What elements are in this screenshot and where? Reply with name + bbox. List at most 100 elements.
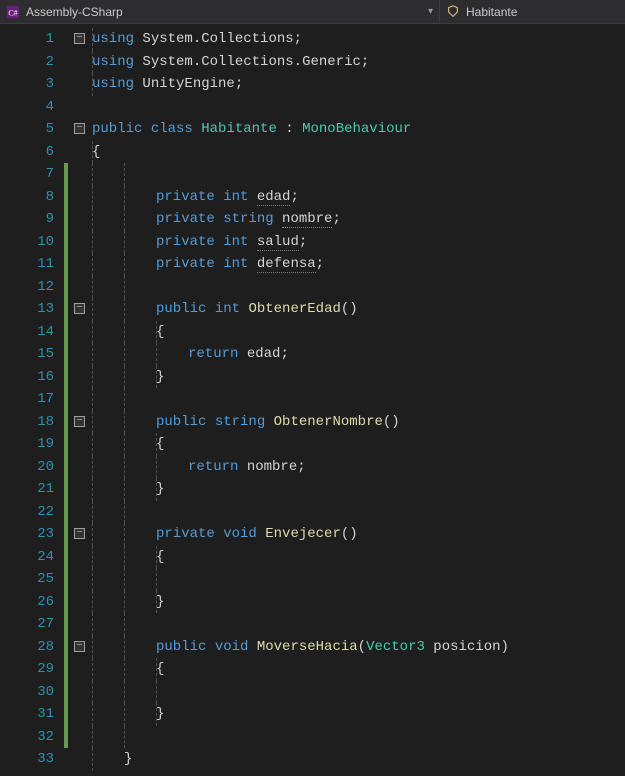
code-text: using UnityEngine; bbox=[92, 76, 243, 92]
code-line[interactable]: public class Habitante : MonoBehaviour bbox=[92, 118, 625, 141]
indent-guide bbox=[124, 298, 125, 321]
fold-toggle[interactable]: − bbox=[74, 528, 85, 539]
indent-guide bbox=[92, 73, 93, 96]
code-line[interactable]: using System.Collections.Generic; bbox=[92, 51, 625, 74]
indent-guide bbox=[156, 591, 157, 614]
class-scope-dropdown[interactable]: Habitante bbox=[440, 0, 625, 23]
code-line[interactable] bbox=[92, 726, 625, 749]
indent-guide bbox=[92, 163, 93, 186]
line-number: 20 bbox=[0, 456, 54, 479]
change-indicator bbox=[64, 703, 68, 726]
code-line[interactable]: using System.Collections; bbox=[92, 28, 625, 51]
code-line[interactable]: } bbox=[92, 366, 625, 389]
indent-guide bbox=[92, 546, 93, 569]
line-number: 15 bbox=[0, 343, 54, 366]
line-number: 4 bbox=[0, 96, 54, 119]
code-line[interactable] bbox=[92, 96, 625, 119]
code-text: { bbox=[92, 661, 164, 677]
code-line[interactable]: using UnityEngine; bbox=[92, 73, 625, 96]
indent-guide bbox=[92, 478, 93, 501]
code-line[interactable]: } bbox=[92, 748, 625, 771]
code-text: private void Envejecer() bbox=[92, 526, 358, 542]
indent-guide bbox=[92, 411, 93, 434]
indent-guide bbox=[124, 523, 125, 546]
code-line[interactable]: return edad; bbox=[92, 343, 625, 366]
indent-guide bbox=[124, 501, 125, 524]
code-text bbox=[92, 684, 188, 700]
indent-guide bbox=[92, 613, 93, 636]
line-number: 33 bbox=[0, 748, 54, 771]
code-line[interactable]: public int ObtenerEdad() bbox=[92, 298, 625, 321]
code-line[interactable]: { bbox=[92, 658, 625, 681]
code-line[interactable] bbox=[92, 388, 625, 411]
code-line[interactable]: private int salud; bbox=[92, 231, 625, 254]
indent-guide bbox=[92, 253, 93, 276]
code-line[interactable] bbox=[92, 568, 625, 591]
code-line[interactable]: private int edad; bbox=[92, 186, 625, 209]
indent-guide bbox=[92, 366, 93, 389]
code-line[interactable]: private int defensa; bbox=[92, 253, 625, 276]
change-indicator bbox=[64, 163, 68, 186]
code-area[interactable]: using System.Collections;using System.Co… bbox=[92, 24, 625, 776]
indent-guide bbox=[124, 658, 125, 681]
code-line[interactable] bbox=[92, 613, 625, 636]
code-line[interactable]: } bbox=[92, 478, 625, 501]
code-text: { bbox=[92, 436, 164, 452]
code-line[interactable]: { bbox=[92, 321, 625, 344]
code-line[interactable]: public void MoverseHacia(Vector3 posicio… bbox=[92, 636, 625, 659]
line-number: 1 bbox=[0, 28, 54, 51]
indent-guide bbox=[124, 703, 125, 726]
class-scope-label: Habitante bbox=[466, 5, 517, 19]
fold-strip: − − − − − − bbox=[72, 24, 92, 776]
change-indicator bbox=[64, 726, 68, 749]
code-line[interactable] bbox=[92, 501, 625, 524]
fold-toggle[interactable]: − bbox=[74, 303, 85, 314]
indent-guide bbox=[92, 568, 93, 591]
code-line[interactable]: } bbox=[92, 591, 625, 614]
indent-guide bbox=[124, 253, 125, 276]
indent-guide bbox=[124, 208, 125, 231]
change-indicator bbox=[64, 591, 68, 614]
code-text: { bbox=[92, 144, 100, 160]
fold-toggle[interactable]: − bbox=[74, 123, 85, 134]
indent-guide bbox=[156, 321, 157, 344]
code-line[interactable]: return nombre; bbox=[92, 456, 625, 479]
indent-guide bbox=[92, 501, 93, 524]
indent-guide bbox=[156, 681, 157, 704]
code-line[interactable] bbox=[92, 163, 625, 186]
line-number: 8 bbox=[0, 186, 54, 209]
indent-guide bbox=[156, 456, 157, 479]
code-line[interactable]: public string ObtenerNombre() bbox=[92, 411, 625, 434]
change-indicator bbox=[64, 456, 68, 479]
file-scope-dropdown[interactable]: C# Assembly-CSharp ▾ bbox=[0, 0, 440, 23]
indent-guide bbox=[92, 703, 93, 726]
change-indicator bbox=[64, 276, 68, 299]
code-editor[interactable]: 1234567891011121314151617181920212223242… bbox=[0, 24, 625, 776]
fold-toggle[interactable]: − bbox=[74, 416, 85, 427]
fold-toggle[interactable]: − bbox=[74, 641, 85, 652]
code-line[interactable]: } bbox=[92, 703, 625, 726]
code-line[interactable]: { bbox=[92, 141, 625, 164]
indent-guide bbox=[92, 321, 93, 344]
code-line[interactable]: { bbox=[92, 546, 625, 569]
indent-guide bbox=[124, 726, 125, 749]
fold-toggle[interactable]: − bbox=[74, 33, 85, 44]
indent-guide bbox=[92, 51, 93, 74]
change-indicator bbox=[64, 658, 68, 681]
line-number: 28 bbox=[0, 636, 54, 659]
line-number: 7 bbox=[0, 163, 54, 186]
code-text: } bbox=[92, 594, 164, 610]
code-line[interactable] bbox=[92, 681, 625, 704]
code-text: private int defensa; bbox=[92, 256, 324, 272]
code-line[interactable]: private void Envejecer() bbox=[92, 523, 625, 546]
indent-guide bbox=[124, 546, 125, 569]
code-text: } bbox=[92, 481, 164, 497]
change-indicator bbox=[64, 681, 68, 704]
indent-guide bbox=[124, 366, 125, 389]
code-line[interactable]: { bbox=[92, 433, 625, 456]
line-number: 18 bbox=[0, 411, 54, 434]
code-line[interactable]: private string nombre; bbox=[92, 208, 625, 231]
code-line[interactable] bbox=[92, 276, 625, 299]
line-number: 11 bbox=[0, 253, 54, 276]
indent-guide bbox=[124, 568, 125, 591]
